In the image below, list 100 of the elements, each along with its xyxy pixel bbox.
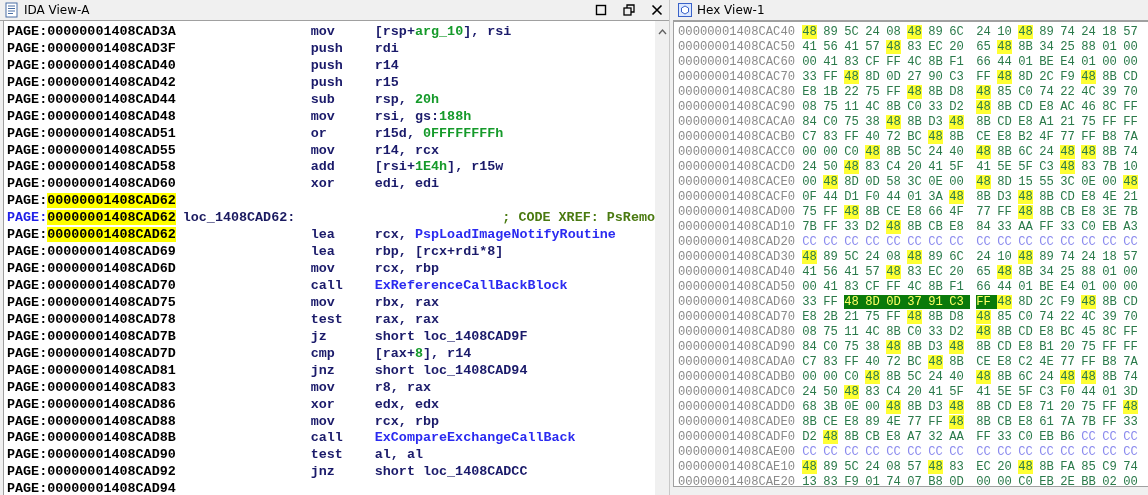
hex-byte: CC xyxy=(1102,429,1117,444)
hex-byte: CD xyxy=(997,339,1012,354)
hex-byte: F9 xyxy=(844,474,859,486)
operands: rcx, PspLoadImageNotifyRoutine xyxy=(374,227,616,243)
mnemonic: push xyxy=(310,40,344,56)
hex-byte: 41 xyxy=(976,159,991,174)
mnemonic: push xyxy=(310,74,344,90)
hex-byte: 00 xyxy=(865,399,880,414)
hex-byte: CC xyxy=(823,234,838,249)
hex-byte: 8B xyxy=(976,114,991,129)
hex-byte: 84 xyxy=(802,114,817,129)
hex-byte: 89 xyxy=(823,459,838,474)
operands: rsi, gs:188h xyxy=(374,108,472,124)
hex-byte: 48 xyxy=(1018,204,1033,219)
hex-byte: 48 xyxy=(886,264,901,279)
hex-byte: C4 xyxy=(886,159,901,174)
hex-byte: 08 xyxy=(886,459,901,474)
hex-byte: 5F xyxy=(949,384,964,399)
hex-byte: C0 xyxy=(1018,474,1033,486)
hex-byte: 85 xyxy=(1081,459,1096,474)
hex-byte: 8B xyxy=(997,369,1012,384)
hex-byte: C3 xyxy=(949,294,970,309)
hex-byte: E8 xyxy=(1039,324,1054,339)
hex-byte: D2 xyxy=(802,429,817,444)
segment-prefix: PAGE: xyxy=(7,430,48,446)
address: 00000001408CAD62 xyxy=(47,210,176,226)
segment-prefix: PAGE: xyxy=(7,227,48,243)
hex-address: 00000001408CAC60 xyxy=(678,54,797,69)
hex-byte: 65 xyxy=(976,39,991,54)
hex-address: 00000001408CAD80 xyxy=(678,324,797,339)
hex-byte: 5C xyxy=(907,369,922,384)
hex-byte: C3 xyxy=(1039,384,1054,399)
hex-byte: 7B xyxy=(1123,204,1138,219)
hex-byte: 48 xyxy=(997,294,1012,309)
hex-byte: 48 xyxy=(1060,144,1075,159)
hex-byte: 57 xyxy=(865,39,880,54)
hex-byte: 89 xyxy=(865,414,880,429)
hex-byte: 7B xyxy=(1081,414,1096,429)
restore-icon[interactable] xyxy=(623,4,635,16)
scroll-up-icon[interactable] xyxy=(657,29,667,35)
hex-byte: CC xyxy=(1039,444,1054,459)
hex-byte: 00 xyxy=(1102,174,1117,189)
hex-byte: 48 xyxy=(844,159,859,174)
hex-byte: 75 xyxy=(802,204,817,219)
close-icon[interactable] xyxy=(651,4,663,16)
hex-byte: 3C xyxy=(1060,174,1075,189)
hex-byte: C0 xyxy=(1018,84,1033,99)
hex-byte: 55 xyxy=(1039,174,1054,189)
mnemonic: lea xyxy=(310,244,336,260)
hex-byte: FF xyxy=(823,69,838,84)
hex-byte: BC xyxy=(907,129,922,144)
hex-byte: 33 xyxy=(1060,219,1075,234)
hex-byte: 48 xyxy=(802,249,817,264)
segment-prefix: PAGE: xyxy=(7,23,48,39)
hex-byte: 5C xyxy=(844,249,859,264)
hex-byte: 3A xyxy=(928,189,943,204)
hex-byte: 00 xyxy=(802,174,817,189)
address: 00000001408CAD51 xyxy=(47,125,176,141)
maximize-icon[interactable] xyxy=(595,4,607,16)
hex-byte: 00 xyxy=(949,174,964,189)
hex-byte: 48 xyxy=(907,249,922,264)
scrollbar[interactable] xyxy=(655,21,669,495)
hex-byte: 00 xyxy=(802,369,817,384)
hex-address: 00000001408CAD30 xyxy=(678,249,797,264)
hex-byte: 08 xyxy=(886,24,901,39)
hex-byte: 48 xyxy=(802,459,817,474)
hex-byte: 48 xyxy=(865,369,880,384)
address: 00000001408CAD3F xyxy=(47,40,176,56)
hex-byte: 8C xyxy=(1102,99,1117,114)
mnemonic: mov xyxy=(310,413,336,429)
operands: edx, edx xyxy=(374,396,440,412)
hex-byte: CE xyxy=(976,129,991,144)
hex-byte: 20 xyxy=(1060,399,1075,414)
hex-byte: FF xyxy=(1102,114,1117,129)
segment-prefix: PAGE: xyxy=(7,396,48,412)
hex-byte: 75 xyxy=(844,339,859,354)
hex-byte: EC xyxy=(928,39,943,54)
hex-address: 00000001408CAE10 xyxy=(678,459,797,474)
hex-byte: CC xyxy=(1018,234,1033,249)
hex-byte: CB xyxy=(865,429,880,444)
mnemonic: call xyxy=(310,430,344,446)
operands: r14 xyxy=(374,57,399,73)
hex-byte: FF xyxy=(823,219,838,234)
hex-byte: 89 xyxy=(1039,24,1054,39)
hex-byte: 38 xyxy=(865,114,880,129)
operands: rdi xyxy=(374,40,399,56)
operands: rbx, rax xyxy=(374,294,440,310)
hex-byte: E8 xyxy=(997,129,1012,144)
hex-byte: 77 xyxy=(976,204,991,219)
hex-byte: 40 xyxy=(949,369,964,384)
hex-byte: 56 xyxy=(823,39,838,54)
hex-byte: 44 xyxy=(997,279,1012,294)
hex-byte: 74 xyxy=(1060,249,1075,264)
operands: edi, edi xyxy=(374,176,440,192)
hex-byte: 8B xyxy=(928,84,943,99)
hex-byte: 01 xyxy=(1102,264,1117,279)
hex-byte: C0 xyxy=(907,99,922,114)
hex-byte: 20 xyxy=(1060,339,1075,354)
hex-address: 00000001408CAC70 xyxy=(678,69,797,84)
hex-byte: CC xyxy=(1018,444,1033,459)
